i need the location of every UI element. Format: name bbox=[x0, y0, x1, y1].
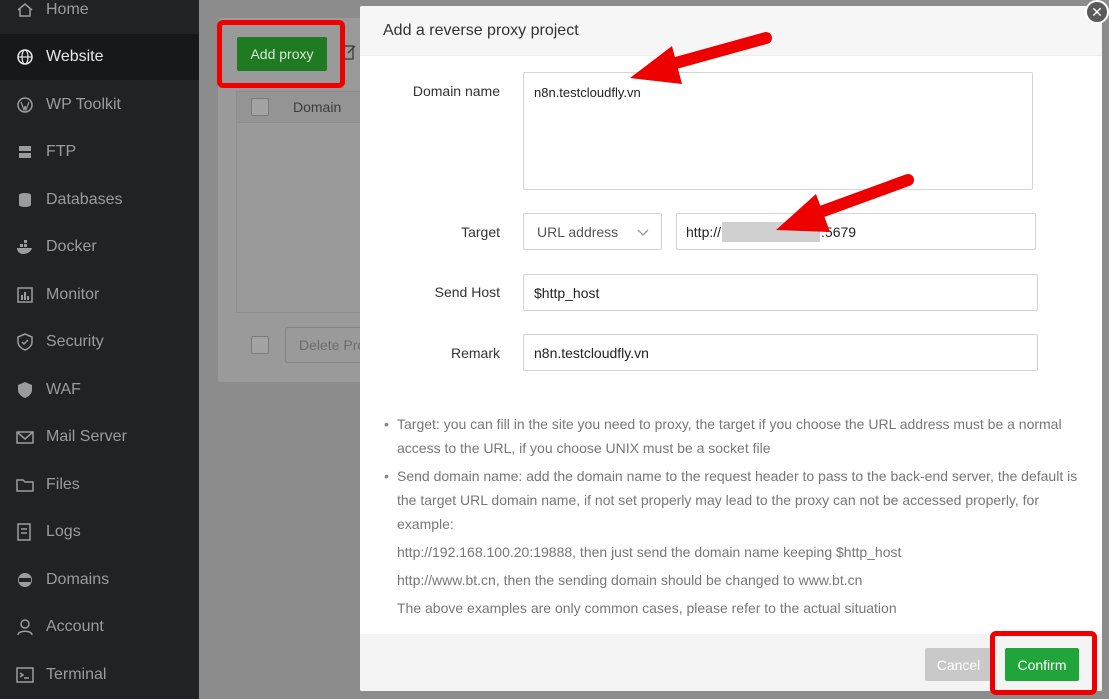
folder-icon bbox=[16, 476, 34, 494]
help-bullet-text: Send domain name: add the domain name to… bbox=[397, 468, 1078, 532]
target-url-prefix: http:// bbox=[686, 223, 722, 240]
sidebar-item-label: Website bbox=[46, 48, 104, 65]
reverse-proxy-dialog: Add a reverse proxy project Domain name … bbox=[360, 6, 1102, 691]
annotation-arrow-domain bbox=[630, 32, 772, 84]
domain-name-label: Domain name bbox=[412, 83, 500, 99]
dialog-title: Add a reverse proxy project bbox=[383, 22, 579, 39]
sidebar-item-label: Logs bbox=[46, 523, 81, 540]
wordpress-icon bbox=[16, 96, 34, 114]
sidebar-item-logs[interactable]: Logs bbox=[0, 509, 199, 555]
highlight-box-add-proxy bbox=[217, 20, 345, 88]
help-bullet-send-domain: • Send domain name: add the domain name … bbox=[384, 464, 1084, 536]
sidebar-item-label: WAF bbox=[46, 381, 81, 398]
sidebar-item-databases[interactable]: Databases bbox=[0, 177, 199, 223]
sidebar-item-label: FTP bbox=[46, 143, 77, 160]
remark-label: Remark bbox=[450, 345, 500, 361]
help-note: The above examples are only common cases… bbox=[397, 600, 897, 616]
help-bullet-text: Target: you can fill in the site you nee… bbox=[397, 416, 1062, 456]
sidebar-item-mail-server[interactable]: Mail Server bbox=[0, 414, 199, 460]
target-type-value: URL address bbox=[537, 223, 619, 240]
sidebar-item-monitor[interactable]: Monitor bbox=[0, 272, 199, 318]
sidebar-item-label: WP Toolkit bbox=[46, 96, 121, 113]
highlight-box-confirm bbox=[990, 631, 1097, 695]
domains-icon bbox=[16, 571, 34, 589]
sidebar-item-label: Mail Server bbox=[46, 428, 127, 445]
table-body bbox=[236, 123, 368, 313]
target-type-select[interactable]: URL address bbox=[523, 213, 662, 250]
mail-icon bbox=[16, 428, 34, 446]
footer-checkbox[interactable] bbox=[251, 336, 269, 354]
sidebar-item-label: Account bbox=[46, 618, 104, 635]
help-notes: • Target: you can fill in the site you n… bbox=[384, 412, 1084, 620]
monitor-icon bbox=[16, 286, 34, 304]
sidebar-item-files[interactable]: Files bbox=[0, 462, 199, 508]
sidebar-item-label: Docker bbox=[46, 238, 97, 255]
chevron-down-icon bbox=[637, 229, 649, 236]
database-icon bbox=[16, 191, 34, 209]
sidebar-item-label: Domains bbox=[46, 571, 110, 588]
sidebar-item-website[interactable]: Website bbox=[0, 34, 199, 80]
sidebar-item-label: Security bbox=[46, 333, 104, 350]
logs-icon bbox=[16, 523, 34, 541]
select-all-checkbox[interactable] bbox=[251, 98, 269, 116]
close-icon[interactable]: ✕ bbox=[1085, 0, 1109, 24]
sidebar-item-home[interactable]: Home bbox=[0, 0, 199, 33]
docker-icon bbox=[16, 238, 34, 256]
sidebar-item-label: Terminal bbox=[46, 666, 107, 683]
target-label: Target bbox=[461, 224, 500, 240]
home-icon bbox=[16, 1, 34, 19]
sidebar-item-label: Databases bbox=[46, 191, 123, 208]
cancel-button[interactable]: Cancel bbox=[925, 648, 992, 681]
remark-input[interactable] bbox=[523, 334, 1038, 371]
ftp-icon bbox=[16, 143, 34, 161]
terminal-icon bbox=[16, 666, 34, 684]
sidebar-item-label: Monitor bbox=[46, 286, 100, 303]
domain-column-header: Domain bbox=[293, 99, 342, 115]
sidebar-item-label: Home bbox=[46, 1, 89, 18]
waf-shield-icon bbox=[16, 381, 34, 399]
sidebar-item-domains[interactable]: Domains bbox=[0, 557, 199, 603]
globe-icon bbox=[16, 48, 34, 66]
help-example-2: http://www.bt.cn, then the sending domai… bbox=[397, 572, 863, 588]
sidebar-item-account[interactable]: Account bbox=[0, 604, 199, 650]
shield-icon bbox=[16, 333, 34, 351]
sidebar-item-label: Files bbox=[46, 476, 80, 493]
sidebar: Home Website WP Toolkit FTP Databases Do… bbox=[0, 0, 199, 699]
help-example-1: http://192.168.100.20:19888, then just s… bbox=[397, 544, 902, 560]
user-icon bbox=[16, 618, 34, 636]
send-host-input[interactable] bbox=[523, 274, 1038, 311]
sidebar-item-security[interactable]: Security bbox=[0, 319, 199, 365]
help-bullet-target: • Target: you can fill in the site you n… bbox=[384, 412, 1084, 460]
sidebar-item-ftp[interactable]: FTP bbox=[0, 129, 199, 175]
sidebar-item-waf[interactable]: WAF bbox=[0, 367, 199, 413]
send-host-label: Send Host bbox=[434, 284, 500, 300]
annotation-arrow-target bbox=[776, 174, 914, 232]
sidebar-item-terminal[interactable]: Terminal bbox=[0, 652, 199, 698]
sidebar-item-wp-toolkit[interactable]: WP Toolkit bbox=[0, 82, 199, 128]
sidebar-item-docker[interactable]: Docker bbox=[0, 224, 199, 270]
